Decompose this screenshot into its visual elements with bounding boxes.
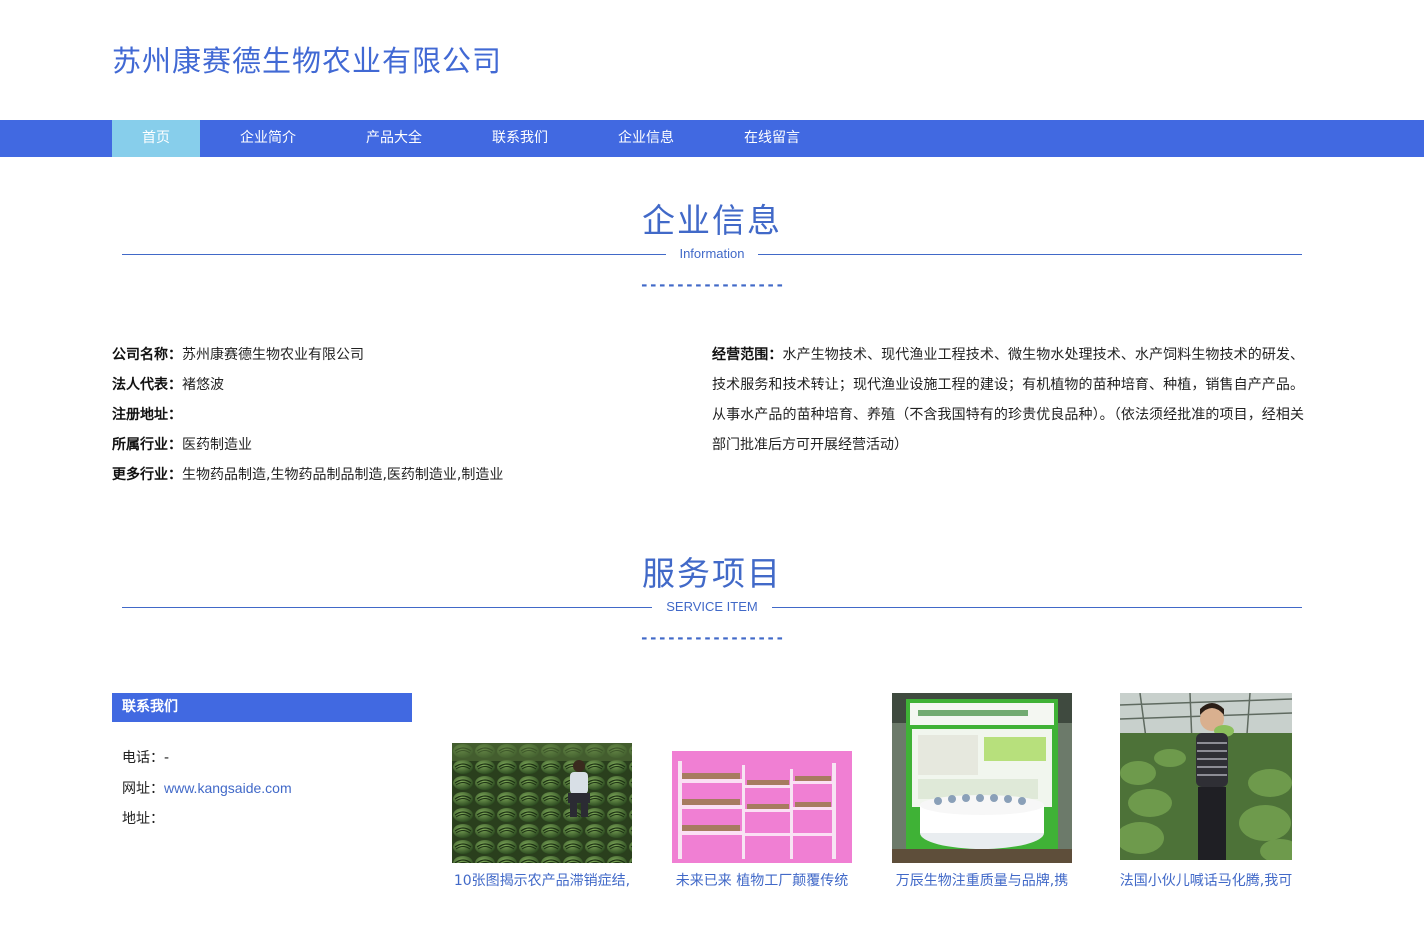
field-label: 法人代表：	[112, 377, 182, 393]
product-caption-link[interactable]: 法国小伙儿喊话马化腾,我可	[1116, 870, 1296, 890]
greenhouse-woman-photo[interactable]	[1120, 693, 1292, 860]
product-caption-link[interactable]: 10张图揭示农产品滞销症结,	[452, 870, 632, 890]
field-label: 经营范围：	[712, 347, 783, 363]
product-caption-link[interactable]: 万辰生物注重质量与品牌,携	[892, 870, 1072, 890]
section-dashes: ----------------	[639, 276, 785, 294]
website-label: 网址：	[122, 781, 164, 797]
website-link[interactable]: www.kangsaide.com	[164, 780, 292, 796]
company-details: 公司名称：苏州康赛德生物农业有限公司 法人代表：褚悠波 注册地址： 所属行业：医…	[112, 340, 672, 490]
reg-address-row: 注册地址：	[112, 400, 672, 430]
main-nav: 首页 企业简介 产品大全 联系我们 企业信息 在线留言	[0, 120, 1424, 157]
nav-item-home[interactable]: 首页	[112, 120, 200, 157]
services-title: 服务项目	[642, 554, 782, 593]
field-label: 更多行业：	[112, 467, 182, 483]
phone-label: 电话：	[122, 750, 164, 766]
field-label: 注册地址：	[112, 407, 182, 423]
industry: 医药制造业	[182, 437, 252, 453]
more-industry-row: 更多行业：生物药品制造,生物药品制品制造,医药制造业,制造业	[112, 460, 672, 490]
contact-details: 电话：- 网址：www.kangsaide.com 地址：	[122, 743, 292, 834]
nav-item-company-info[interactable]: 企业信息	[604, 120, 688, 157]
website-row: 网址：www.kangsaide.com	[122, 773, 292, 804]
nav-item-message[interactable]: 在线留言	[730, 120, 814, 157]
nav-item-about[interactable]: 企业简介	[226, 120, 310, 157]
more-industry: 生物药品制造,生物药品制品制造,医药制造业,制造业	[182, 467, 504, 483]
field-label: 公司名称：	[112, 347, 182, 363]
subtitle-text: Information	[669, 246, 755, 261]
exhibition-booth-photo[interactable]	[892, 693, 1072, 863]
legal-rep: 褚悠波	[182, 377, 224, 393]
plant-factory-photo[interactable]	[672, 751, 852, 863]
section-dashes: ----------------	[639, 629, 785, 647]
company-name-row: 公司名称：苏州康赛德生物农业有限公司	[112, 340, 672, 370]
subtitle-text: SERVICE ITEM	[656, 599, 768, 614]
nav-item-contact[interactable]: 联系我们	[478, 120, 562, 157]
site-title: 苏州康赛德生物农业有限公司	[112, 44, 503, 78]
phone-value: -	[164, 750, 170, 766]
business-scope-text: 水产生物技术、现代渔业工程技术、微生物水处理技术、水产饲料生物技术的研发、技术服…	[712, 347, 1305, 453]
company-info-title: 企业信息	[642, 201, 782, 240]
phone-row: 电话：-	[122, 743, 292, 773]
nav-item-products[interactable]: 产品大全	[352, 120, 436, 157]
company-name: 苏州康赛德生物农业有限公司	[182, 347, 364, 363]
watermelon-field-photo[interactable]	[452, 743, 632, 863]
product-caption-link[interactable]: 未来已来 植物工厂颠覆传统	[672, 870, 852, 890]
business-scope: 经营范围：水产生物技术、现代渔业工程技术、微生物水处理技术、水产饲料生物技术的研…	[712, 340, 1304, 460]
legal-rep-row: 法人代表：褚悠波	[112, 370, 672, 400]
contact-heading: 联系我们	[112, 693, 412, 722]
address-label: 地址：	[122, 811, 164, 827]
industry-row: 所属行业：医药制造业	[112, 430, 672, 460]
services-subtitle: SERVICE ITEM	[0, 599, 1424, 614]
company-info-subtitle: Information	[0, 246, 1424, 261]
field-label: 所属行业：	[112, 437, 182, 453]
address-row: 地址：	[122, 804, 292, 834]
